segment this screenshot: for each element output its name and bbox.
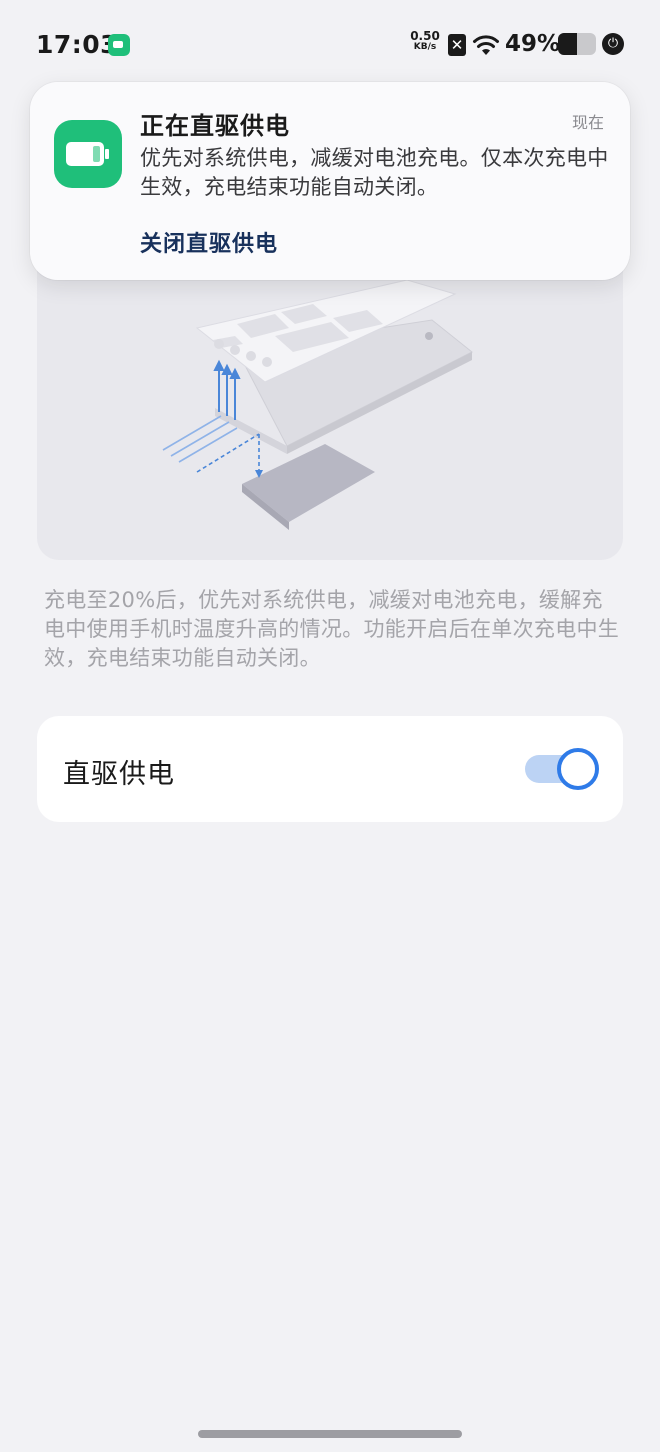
wifi-icon [473, 35, 499, 55]
network-speed: 0.50 KB/s [408, 29, 442, 53]
network-speed-value: 0.50 [410, 29, 440, 43]
direct-drive-setting-row[interactable]: 直驱供电 [37, 716, 623, 822]
battery-glyph-segment [93, 146, 100, 162]
status-bar: 17:03 0.50 KB/s ✕ 49% ⏻ [0, 0, 660, 90]
notification-body: 优先对系统供电，减缓对电池充电。仅本次充电中生效，充电结束功能自动关闭。 [140, 146, 609, 199]
notification-title: 正在直驱供电 [140, 112, 290, 140]
direct-drive-switch[interactable] [525, 748, 599, 790]
direct-drive-illustration [37, 240, 623, 560]
battery-glyph-nub [105, 149, 109, 159]
switch-knob [557, 748, 599, 790]
feature-description: 充电至20%后，优先对系统供电，减缓对电池充电，缓解充电中使用手机时温度升高的情… [44, 588, 620, 670]
direct-drive-label: 直驱供电 [63, 759, 175, 790]
battery-percent: 49% [505, 31, 561, 57]
status-time: 17:03 [36, 30, 119, 59]
close-direct-drive-button[interactable]: 关闭直驱供电 [140, 226, 278, 258]
battery-glyph [66, 142, 104, 166]
phone-power-illustration [162, 279, 473, 530]
network-speed-unit: KB/s [413, 42, 437, 52]
battery-icon [558, 33, 596, 55]
no-sim-icon: ✕ [448, 34, 466, 56]
charging-plug-icon: ⏻ [602, 33, 624, 55]
battery-app-icon [54, 120, 122, 188]
battery-fill [558, 33, 577, 55]
app-battery-icon [108, 34, 130, 56]
notification-time: 现在 [571, 113, 604, 132]
charging-notification[interactable]: 正在直驱供电 现在 优先对系统供电，减缓对电池充电。仅本次充电中生效，充电结束功… [30, 82, 630, 280]
home-indicator[interactable] [198, 1430, 462, 1438]
